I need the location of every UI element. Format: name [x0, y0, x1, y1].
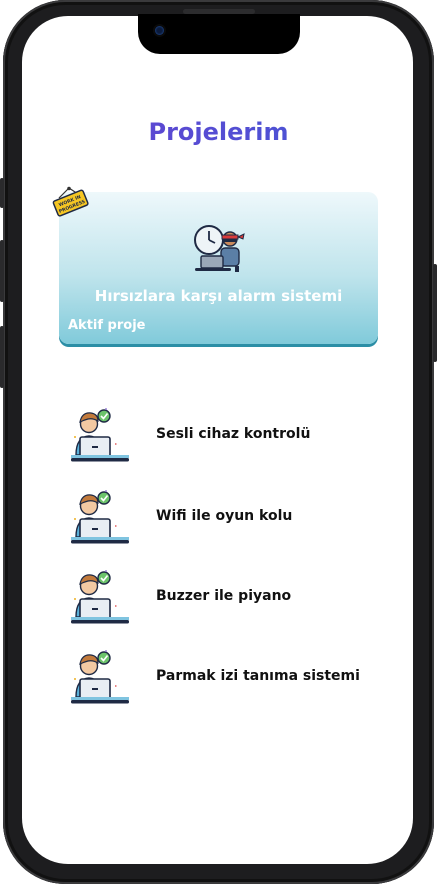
work-in-progress-sign-icon: WORK IN PROGRESS	[52, 186, 89, 217]
developer-avatar-icon	[71, 490, 129, 544]
project-item-1[interactable]: Sesli cihaz kontrolü	[66, 403, 366, 469]
earpiece-speaker	[183, 9, 255, 14]
active-project-title: Hırsızlara karşı alarm sistemi	[94, 287, 343, 305]
project-item-4[interactable]: Parmak izi tanıma sistemi	[66, 645, 366, 711]
project-label: Buzzer ile piyano	[156, 588, 292, 604]
active-project-status: Aktif proje	[68, 318, 146, 333]
project-item-2[interactable]: Wifi ile oyun kolu	[66, 485, 366, 551]
page-title: Projelerim	[0, 118, 437, 146]
project-item-3[interactable]: Buzzer ile piyano	[66, 565, 366, 631]
developer-avatar-icon	[71, 570, 129, 624]
project-label: Parmak izi tanıma sistemi	[156, 668, 360, 684]
volume-down-button	[0, 326, 4, 388]
developer-avatar-icon	[71, 408, 129, 462]
volume-up-button	[0, 240, 4, 302]
power-button	[433, 264, 437, 362]
mute-switch	[0, 178, 4, 208]
project-label: Wifi ile oyun kolu	[156, 508, 293, 524]
project-label: Sesli cihaz kontrolü	[156, 426, 311, 442]
active-project-card[interactable]: WORK IN PROGRESS Hırsızlara karşı alarm …	[52, 186, 378, 344]
thief-with-laptop-icon	[194, 225, 245, 272]
front-camera	[155, 26, 164, 35]
developer-avatar-icon	[71, 650, 129, 704]
